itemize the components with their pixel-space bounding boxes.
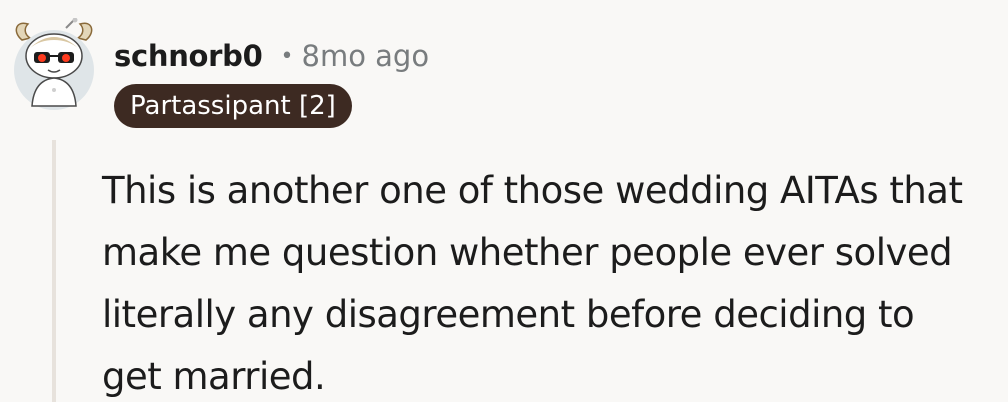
- comment-body-line: This is another one of those wedding AIT…: [102, 169, 963, 212]
- separator-dot: •: [280, 43, 294, 69]
- comment-timestamp[interactable]: 8mo ago: [302, 39, 430, 73]
- comment-body-line: literally any disagreement before decidi…: [102, 293, 915, 336]
- avatar-left-horn: [15, 22, 32, 41]
- username-link[interactable]: schnorb0: [114, 39, 263, 73]
- avatar-right-horn: [76, 22, 93, 41]
- user-avatar[interactable]: [8, 18, 100, 112]
- comment-header: schnorb0 • 8mo ago: [114, 36, 429, 76]
- comment-body: This is another one of those wedding AIT…: [102, 160, 1002, 402]
- comment-body-line: make me question whether people ever sol…: [102, 231, 953, 274]
- thread-line[interactable]: [52, 140, 56, 402]
- comment: schnorb0 • 8mo ago Partassipant [2] This…: [0, 0, 1008, 402]
- comment-body-line: get married.: [102, 355, 326, 398]
- user-flair-badge: Partassipant [2]: [114, 84, 352, 128]
